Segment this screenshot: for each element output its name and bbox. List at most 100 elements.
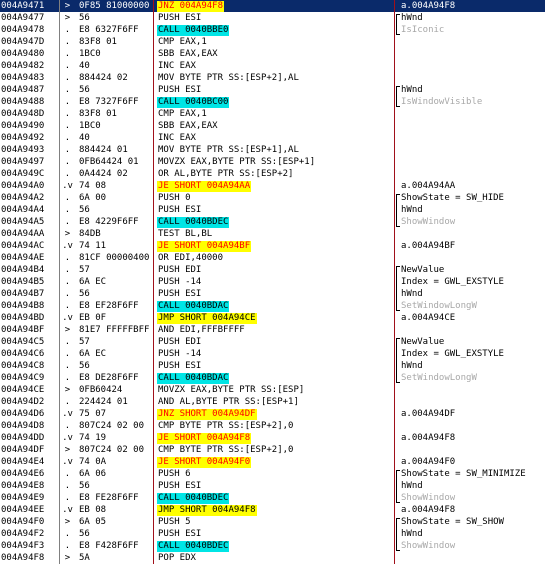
- disassembly-cell-highlight: PUSH EDI: [158, 337, 202, 347]
- disasm-row[interactable]: 004A9493. 884424 01 MOV BYTE PTR SS:[ESP+1…: [0, 144, 545, 156]
- comment-cell: a.004A94F8: [401, 1, 456, 11]
- disasm-row[interactable]: 004A94DF >807C24 02 00 CMP BYTE PTR SS:[ES…: [0, 444, 545, 456]
- hex-dump-cell: 6A EC: [79, 349, 107, 359]
- disasm-row[interactable]: 004A9492. 40 INC EAX: [0, 132, 545, 144]
- disasm-row[interactable]: 004A94EE .v EB 08 JMP SHORT 004A94F8 a.004A9…: [0, 504, 545, 516]
- column-divider-address: [59, 0, 60, 564]
- disasm-row[interactable]: 004A9497. 0FB64424 01 MOVZX EAX,BYTE PTR S…: [0, 156, 545, 168]
- disassembly-cell-highlight: MOV BYTE PTR SS:[ESP+2],AL: [158, 73, 299, 83]
- disassembly-cell-highlight: INC EAX: [158, 133, 196, 143]
- hex-dump-cell: E8 DE28F6FF: [79, 373, 139, 383]
- disasm-row[interactable]: 004A94E9. E8 FE28F6FF CALL 0040BDEC ShowWin…: [0, 492, 545, 504]
- disasm-row[interactable]: 004A94A5. E8 4229F6FF CALL 0040BDEC ShowWin…: [0, 216, 545, 228]
- comment-cell: a.004A94CE: [401, 313, 456, 323]
- address-cell: 004A94A0: [1, 181, 45, 191]
- disasm-row[interactable]: 004A94BF >81E7 FFFFFBFF AND EDI,FFFBFFFF: [0, 324, 545, 336]
- disasm-row[interactable]: 004A948D. 83F8 01 CMP EAX,1: [0, 108, 545, 120]
- flow-marker: .: [64, 265, 71, 275]
- disassembly-cell-highlight: SBB EAX,EAX: [158, 121, 218, 131]
- address-cell: 004A94C8: [1, 361, 45, 371]
- disassembly-cell-highlight: MOV BYTE PTR SS:[ESP+1],AL: [158, 145, 299, 155]
- disassembly-cell-highlight: PUSH -14: [158, 277, 202, 287]
- disasm-row[interactable]: 004A94F3. E8 F428F6FF CALL 0040BDEC ShowWin…: [0, 540, 545, 552]
- disassembly-cell: CMP BYTE PTR SS:[ESP+2],0: [157, 420, 395, 432]
- comment-cell: [401, 156, 545, 168]
- comment-cell: [401, 72, 545, 84]
- disasm-row[interactable]: 004A94BD .v EB 0F JMP SHORT 004A94CE a.004A9…: [0, 312, 545, 324]
- disasm-row[interactable]: 004A94D8. 807C24 02 00 CMP BYTE PTR SS:[ES…: [0, 420, 545, 432]
- disasm-row[interactable]: 004A94C5. 57 PUSH EDI NewValue: [0, 336, 545, 348]
- hex-dump-cell: 1BC0: [79, 121, 101, 131]
- address-cell: 004A9488: [1, 97, 45, 107]
- disasm-row[interactable]: 004A94B5. 6A EC PUSH -14 Index = GWL_EXSTYL…: [0, 276, 545, 288]
- disassembly-cell-highlight: PUSH ESI: [158, 205, 202, 215]
- disassembly-cell-highlight: JE SHORT 004A94AA: [157, 181, 252, 192]
- disasm-row[interactable]: 004A949C. 0A4424 02 OR AL,BYTE PTR SS:[ESP…: [0, 168, 545, 180]
- disasm-row[interactable]: 004A94B7. 56 PUSH ESI hWnd: [0, 288, 545, 300]
- hex-dump-cell: 81CF 00000400: [79, 253, 150, 263]
- hex-dump-cell: 1BC0: [79, 49, 101, 59]
- disassembly-cell: MOVZX EAX,BYTE PTR SS:[ESP]: [157, 384, 395, 396]
- disasm-row[interactable]: 004A9478. E8 6327F6FF CALL 0040BBE0 IsIconi…: [0, 24, 545, 36]
- disasm-row[interactable]: 004A9471 >0F85 81000000 JNZ 004A94F8 a.004A…: [0, 0, 545, 12]
- disasm-row[interactable]: 004A94C8. 56 PUSH ESI hWnd: [0, 360, 545, 372]
- disassembly-cell-highlight: CMP EAX,1: [158, 109, 207, 119]
- comment-cell: ShowWindow: [401, 541, 456, 551]
- flow-marker: .: [64, 217, 71, 227]
- argument-bracket: [396, 194, 400, 227]
- disassembly-pane[interactable]: 004A9471 >0F85 81000000 JNZ 004A94F8 a.004A…: [0, 0, 545, 564]
- disasm-row[interactable]: 004A94F8 >5A POP EDX: [0, 552, 545, 564]
- disassembly-cell: INC EAX: [157, 132, 395, 144]
- comment-cell: [401, 132, 545, 144]
- disassembly-cell-highlight: CALL 0040BC00: [157, 97, 230, 108]
- flow-marker: >: [64, 13, 71, 23]
- disasm-row[interactable]: 004A9480. 1BC0 SBB EAX,EAX: [0, 48, 545, 60]
- hex-dump-cell: 56: [79, 289, 90, 299]
- disasm-row[interactable]: 004A94C6. 6A EC PUSH -14 Index = GWL_EXSTYL…: [0, 348, 545, 360]
- flow-marker: >: [64, 517, 71, 527]
- disasm-row[interactable]: 004A94AA >84DB TEST BL,BL: [0, 228, 545, 240]
- disasm-row[interactable]: 004A9487. 56 PUSH ESI hWnd: [0, 84, 545, 96]
- hex-dump-cell: 56: [79, 85, 90, 95]
- disasm-row[interactable]: 004A9483. 884424 02 MOV BYTE PTR SS:[ESP+2…: [0, 72, 545, 84]
- disasm-row[interactable]: 004A94B8. E8 EF28F6FF CALL 0040BDAC SetWind…: [0, 300, 545, 312]
- disasm-row[interactable]: 004A9490. 1BC0 SBB EAX,EAX: [0, 120, 545, 132]
- hex-dump-cell: E8 FE28F6FF: [79, 493, 139, 503]
- disasm-row[interactable]: 004A94A4. 56 PUSH ESI hWnd: [0, 204, 545, 216]
- disasm-row[interactable]: 004A94CE >0FB60424 MOVZX EAX,BYTE PTR SS:[…: [0, 384, 545, 396]
- disasm-row[interactable]: 004A94B4. 57 PUSH EDI NewValue: [0, 264, 545, 276]
- disasm-row[interactable]: 004A94E4 .v 74 0A JE SHORT 004A94F0 a.004A94…: [0, 456, 545, 468]
- flow-marker: >: [64, 553, 71, 563]
- disasm-row[interactable]: 004A94D2. 224424 01 AND AL,BYTE PTR SS:[ES…: [0, 396, 545, 408]
- disassembly-cell: PUSH EDI: [157, 264, 395, 276]
- disasm-row[interactable]: 004A94A2. 6A 00 PUSH 0 ShowState = SW_HIDE: [0, 192, 545, 204]
- hex-dump-cell: 74 08: [79, 181, 107, 191]
- disassembly-cell-highlight: CMP BYTE PTR SS:[ESP+2],0: [158, 445, 294, 455]
- flow-marker: .: [64, 373, 71, 383]
- disasm-row[interactable]: 004A9488. E8 7327F6FF CALL 0040BC00 IsWindo…: [0, 96, 545, 108]
- address-cell: 004A94B4: [1, 265, 45, 275]
- disasm-row[interactable]: 004A947D. 83F8 01 CMP EAX,1: [0, 36, 545, 48]
- disassembly-cell: CALL 0040BDEC: [157, 492, 395, 504]
- disassembly-cell: SBB EAX,EAX: [157, 48, 395, 60]
- comment-cell: [401, 228, 545, 240]
- disasm-row[interactable]: 004A94F0 >6A 05 PUSH 5 ShowState = SW_SHOW: [0, 516, 545, 528]
- disasm-row[interactable]: 004A94C9. E8 DE28F6FF CALL 0040BDAC SetWind…: [0, 372, 545, 384]
- disassembly-cell: MOVZX EAX,BYTE PTR SS:[ESP+1]: [157, 156, 395, 168]
- disasm-row[interactable]: 004A94E6. 6A 06 PUSH 6 ShowState = SW_MINIM…: [0, 468, 545, 480]
- disasm-row[interactable]: 004A9477 >56 PUSH ESI hWnd: [0, 12, 545, 24]
- disasm-row[interactable]: 004A94DD .v 74 19 JE SHORT 004A94F8 a.004A94…: [0, 432, 545, 444]
- disasm-row[interactable]: 004A94F2. 56 PUSH ESI hWnd: [0, 528, 545, 540]
- disasm-row[interactable]: 004A94AE. 81CF 00000400 OR EDI,40000: [0, 252, 545, 264]
- disasm-row[interactable]: 004A94A0 .v 74 08 JE SHORT 004A94AA a.004A94…: [0, 180, 545, 192]
- address-cell: 004A94F8: [1, 553, 45, 563]
- comment-cell: hWnd: [401, 481, 423, 491]
- disasm-row[interactable]: 004A94D6 .v 75 07 JNZ SHORT 004A94DF a.004A9…: [0, 408, 545, 420]
- disasm-row[interactable]: 004A94E8. 56 PUSH ESI hWnd: [0, 480, 545, 492]
- disasm-row[interactable]: 004A94AC .v 74 11 JE SHORT 004A94BF a.004A94…: [0, 240, 545, 252]
- comment-cell: [401, 384, 545, 396]
- disasm-row[interactable]: 004A9482. 40 INC EAX: [0, 60, 545, 72]
- comment-cell: Index = GWL_EXSTYLE: [401, 277, 504, 287]
- address-cell: 004A94DF: [1, 445, 45, 455]
- comment-cell: [401, 168, 545, 180]
